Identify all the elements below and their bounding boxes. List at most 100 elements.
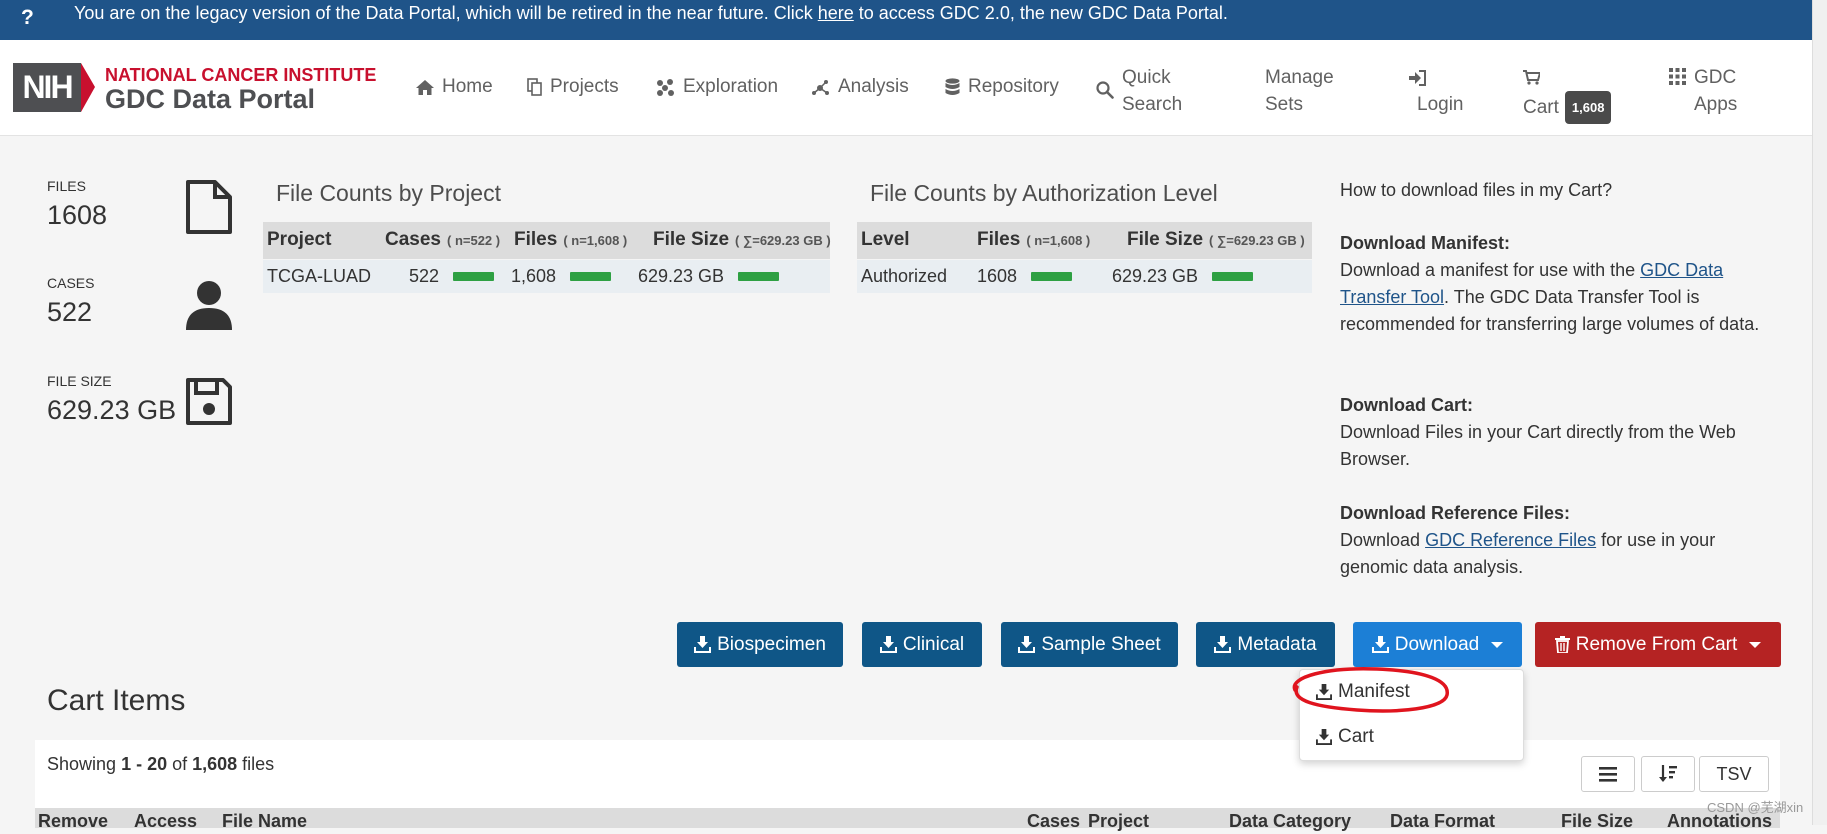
metadata-button[interactable]: Metadata xyxy=(1196,622,1335,667)
nav-exploration[interactable]: Exploration xyxy=(656,76,778,98)
col-auth-files[interactable]: Files( n=1,608 ) xyxy=(977,229,1090,251)
nav-repository-label: Repository xyxy=(968,76,1059,97)
download-manifest-item[interactable]: Manifest xyxy=(1316,681,1410,703)
files-count-label: FILES xyxy=(47,178,86,194)
file-icon xyxy=(186,180,232,234)
analysis-icon xyxy=(812,79,829,95)
exploration-icon xyxy=(657,78,674,96)
file-size-label: FILE SIZE xyxy=(47,373,112,389)
download-icon xyxy=(879,636,897,653)
help-cart-section: Download Cart: Download Files in your Ca… xyxy=(1340,395,1736,469)
sort-button[interactable] xyxy=(1641,756,1695,792)
user-icon xyxy=(186,281,232,330)
col-data-category[interactable]: Data Category xyxy=(1229,808,1351,834)
download-icon xyxy=(1018,636,1036,653)
nav-login-label: Login xyxy=(1417,94,1464,115)
nav-gdc-apps-line2: Apps xyxy=(1694,94,1738,115)
list-icon xyxy=(1599,766,1617,782)
download-icon xyxy=(1316,684,1332,700)
nih-logo[interactable]: NIH xyxy=(13,63,81,112)
nav-login[interactable]: Login xyxy=(1409,64,1464,118)
col-project[interactable]: Project xyxy=(267,229,331,251)
auth-files-value: 1608 xyxy=(977,266,1018,286)
help-manifest-section: Download Manifest: Download a manifest f… xyxy=(1340,233,1760,334)
auth-table-title: File Counts by Authorization Level xyxy=(870,180,1218,206)
nav-analysis[interactable]: Analysis xyxy=(811,76,909,98)
download-icon xyxy=(1316,729,1332,745)
banner-here-link[interactable]: here xyxy=(818,3,854,23)
files-count-value: 1608 xyxy=(47,200,108,230)
col-level[interactable]: Level xyxy=(861,229,910,251)
nav-home[interactable]: Home xyxy=(416,76,493,98)
nav-exploration-label: Exploration xyxy=(683,76,779,97)
nav-projects-label: Projects xyxy=(550,76,619,97)
legacy-banner: ? You are on the legacy version of the D… xyxy=(0,0,1812,40)
nav-manage-sets[interactable]: Manage Sets xyxy=(1265,64,1334,118)
help-reference-title: Download Reference Files: xyxy=(1340,503,1571,523)
nav-projects[interactable]: Projects xyxy=(527,76,619,98)
cart-count-badge: 1,608 xyxy=(1564,91,1612,124)
cart-table-header: Remove Access File Name Cases Project Da… xyxy=(35,808,1780,831)
col-file-size[interactable]: File Size( ∑=629.23 GB ) xyxy=(653,229,831,251)
help-icon[interactable]: ? xyxy=(21,6,34,30)
watermark: CSDN @芜湖xin xyxy=(1707,800,1804,815)
table-row: Authorized 1608 629.23 GB xyxy=(857,260,1312,293)
download-icon xyxy=(1371,636,1389,653)
col-auth-file-size[interactable]: File Size( ∑=629.23 GB ) xyxy=(1127,229,1305,251)
nav-manage-sets-line2: Sets xyxy=(1265,94,1304,115)
cases-bar xyxy=(453,272,495,281)
sample-sheet-button[interactable]: Sample Sheet xyxy=(1001,622,1178,667)
size-bar xyxy=(738,272,780,281)
nih-logo-arrow xyxy=(81,63,95,112)
auth-level-value: Authorized xyxy=(861,266,948,286)
col-access[interactable]: Access xyxy=(134,808,197,834)
nav-manage-sets-line1: Manage xyxy=(1265,67,1334,88)
col-files[interactable]: Files( n=1,608 ) xyxy=(514,229,627,251)
auth-size-bar xyxy=(1212,272,1254,281)
search-icon xyxy=(1096,81,1114,99)
nav-home-label: Home xyxy=(442,76,493,97)
vertical-scrollbar[interactable] xyxy=(1812,0,1827,825)
project-link[interactable]: TCGA-LUAD xyxy=(267,266,371,287)
nav-cart[interactable]: Cart 1,608 xyxy=(1523,64,1612,124)
project-files-value: 1,608 xyxy=(511,266,557,286)
portal-title[interactable]: GDC Data Portal xyxy=(105,84,315,115)
download-dropdown-button[interactable]: Download xyxy=(1353,622,1522,667)
col-cases[interactable]: Cases xyxy=(1027,808,1080,834)
files-bar xyxy=(570,272,612,281)
nci-title[interactable]: NATIONAL CANCER INSTITUTE xyxy=(105,65,376,86)
download-icon xyxy=(1214,636,1232,653)
reference-files-link[interactable]: GDC Reference Files xyxy=(1425,530,1596,550)
tsv-export-button[interactable]: TSV xyxy=(1699,756,1769,792)
col-file-name[interactable]: File Name xyxy=(222,808,307,834)
database-icon xyxy=(945,78,960,95)
col-project[interactable]: Project xyxy=(1088,808,1149,834)
help-cart-title: Download Cart: xyxy=(1340,395,1473,415)
showing-text: Showing 1 - 20 of 1,608 files xyxy=(47,754,275,774)
download-icon xyxy=(694,636,712,653)
biospecimen-button[interactable]: Biospecimen xyxy=(677,622,843,667)
download-cart-item[interactable]: Cart xyxy=(1316,726,1374,748)
col-cases[interactable]: Cases( n=522 ) xyxy=(385,229,500,251)
file-size-value: 629.23 GB xyxy=(47,395,177,425)
clinical-button[interactable]: Clinical xyxy=(862,622,982,667)
top-navbar: NIH NATIONAL CANCER INSTITUTE GDC Data P… xyxy=(0,40,1812,136)
nav-quick-search-line2: Search xyxy=(1122,94,1183,115)
column-toggle-button[interactable] xyxy=(1581,756,1635,792)
col-data-format[interactable]: Data Format xyxy=(1390,808,1495,834)
nav-repository[interactable]: Repository xyxy=(945,76,1059,98)
projects-icon xyxy=(527,78,542,96)
remove-from-cart-button[interactable]: Remove From Cart xyxy=(1535,622,1781,667)
nav-gdc-apps-line1: GDC xyxy=(1694,67,1737,88)
save-disk-icon xyxy=(186,378,232,425)
cart-icon xyxy=(1523,70,1542,85)
nav-quick-search-line1: Quick xyxy=(1122,67,1171,88)
sort-icon xyxy=(1659,765,1677,782)
nav-gdc-apps[interactable]: GDC Apps xyxy=(1669,64,1737,118)
nav-analysis-label: Analysis xyxy=(838,76,909,97)
cart-items-title: Cart Items xyxy=(47,684,186,717)
nav-quick-search[interactable]: Quick Search xyxy=(1096,64,1182,118)
col-remove[interactable]: Remove xyxy=(38,808,108,834)
col-file-size[interactable]: File Size xyxy=(1561,808,1633,834)
download-dropdown-menu: Manifest Cart xyxy=(1299,669,1524,761)
